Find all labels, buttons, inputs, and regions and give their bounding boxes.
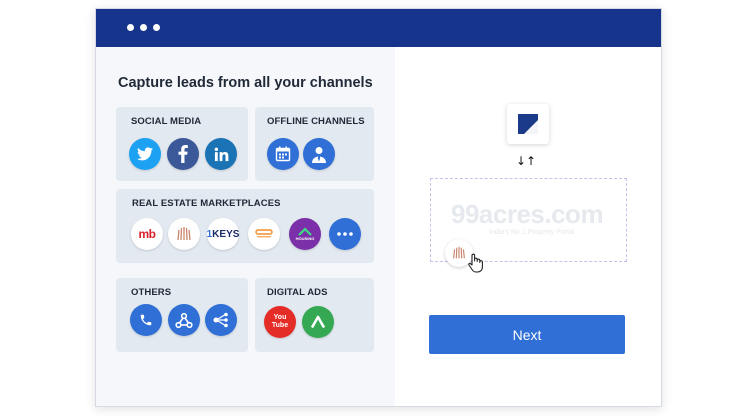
phone-icon[interactable] xyxy=(130,304,162,336)
youtube-icon[interactable]: You Tube xyxy=(264,306,296,338)
card-title: SOCIAL MEDIA xyxy=(131,116,202,127)
99acres-watermark: 99acres.com xyxy=(451,199,604,229)
leadsquared-logo-icon xyxy=(507,104,549,144)
panel-heading: Capture leads from all your channels xyxy=(118,75,373,91)
google-ads-icon[interactable] xyxy=(302,306,334,338)
window-dot-icon xyxy=(153,24,160,31)
user-icon[interactable] xyxy=(303,138,335,170)
99acres-icon[interactable] xyxy=(168,218,200,250)
commonfloor-icon[interactable] xyxy=(248,218,280,250)
source-drop-zone[interactable]: 99acres.com India's No.1 Property Portal xyxy=(430,178,627,273)
app-window: Capture leads from all your channels SOC… xyxy=(95,8,662,407)
window-dot-icon xyxy=(127,24,134,31)
magicbricks-icon[interactable]: mb xyxy=(131,218,163,250)
digital-ads-card: DIGITAL ADS You Tube xyxy=(255,278,374,352)
magicbricks-label: mb xyxy=(138,227,157,241)
webhook-icon[interactable] xyxy=(168,304,200,336)
housing-icon[interactable]: HOUSING xyxy=(289,218,321,250)
next-button[interactable]: Next xyxy=(429,315,625,354)
linkedin-icon[interactable] xyxy=(205,138,237,170)
channels-panel: Capture leads from all your channels SOC… xyxy=(96,47,395,406)
card-title: OFFLINE CHANNELS xyxy=(267,116,365,127)
integration-icon[interactable] xyxy=(205,304,237,336)
others-card: OTHERS xyxy=(116,278,248,352)
connect-panel: ↓↑ 99acres.com India's No.1 Property Por… xyxy=(395,47,661,406)
card-title: OTHERS xyxy=(131,287,172,298)
housing-label: HOUSING xyxy=(295,236,315,241)
99acres-watermark-tagline: India's No.1 Property Portal xyxy=(489,229,575,236)
real-estate-marketplaces-card: REAL ESTATE MARKETPLACES mb 1KEYS HOUSIN… xyxy=(116,189,374,263)
card-title: DIGITAL ADS xyxy=(267,287,328,298)
1keys-icon[interactable]: 1KEYS xyxy=(207,218,239,250)
hand-cursor-icon xyxy=(467,253,485,278)
window-dot-icon xyxy=(140,24,147,31)
youtube-label: You Tube xyxy=(271,314,289,329)
facebook-icon[interactable] xyxy=(167,138,199,170)
twitter-icon[interactable] xyxy=(129,138,161,170)
1keys-label: KEYS xyxy=(212,228,240,240)
offline-channels-card: OFFLINE CHANNELS xyxy=(255,107,374,181)
more-icon[interactable] xyxy=(329,218,361,250)
sync-arrows-icon: ↓↑ xyxy=(516,154,537,168)
social-media-card: SOCIAL MEDIA xyxy=(116,107,248,181)
card-title: REAL ESTATE MARKETPLACES xyxy=(132,198,281,209)
window-titlebar xyxy=(96,9,661,47)
calendar-icon[interactable] xyxy=(267,138,299,170)
